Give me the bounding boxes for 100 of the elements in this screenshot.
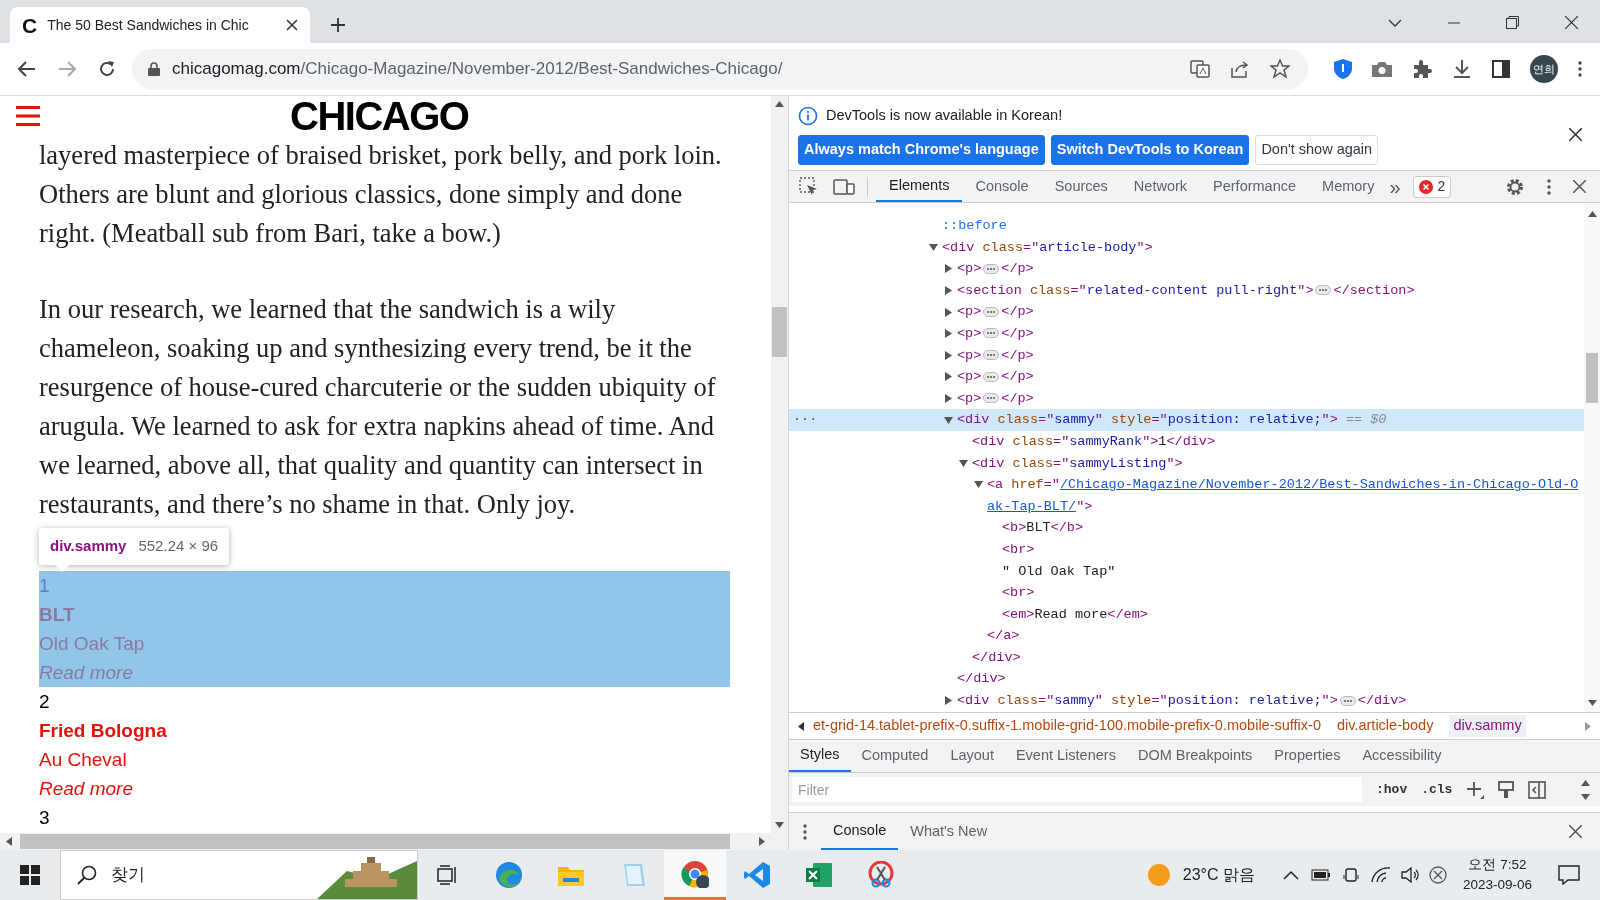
styles-pane-tab[interactable]: Layout bbox=[939, 740, 1005, 772]
dom-tree-row[interactable]: <div class="article-body"> bbox=[789, 236, 1584, 259]
restore-icon[interactable] bbox=[1506, 16, 1519, 29]
clock-time[interactable]: 오전 7:52 bbox=[1468, 855, 1527, 875]
gutter-dots[interactable]: ··· bbox=[793, 409, 818, 431]
filter-toggle-button[interactable]: :hov bbox=[1376, 779, 1408, 800]
ellipsis-icon[interactable] bbox=[1315, 285, 1332, 296]
devtools-tab[interactable]: Memory bbox=[1309, 171, 1388, 202]
sandwich-entry[interactable]: 2 Fried Bologna Au Cheval Read more bbox=[39, 686, 730, 803]
scrollbar-thumb[interactable] bbox=[772, 307, 787, 357]
dom-tree-row[interactable]: " Old Oak Tap" bbox=[789, 560, 1584, 583]
ellipsis-icon[interactable] bbox=[1339, 695, 1356, 706]
download-icon[interactable] bbox=[1452, 59, 1472, 79]
styles-pane-tab[interactable]: Properties bbox=[1263, 740, 1352, 772]
dom-tree-row[interactable]: ::before bbox=[789, 215, 1584, 237]
ellipsis-icon[interactable] bbox=[983, 393, 1000, 404]
error-count-button[interactable]: 2 bbox=[1412, 175, 1452, 198]
devtools-tab[interactable]: Performance bbox=[1200, 171, 1310, 202]
chevron-up-icon[interactable] bbox=[1282, 870, 1299, 880]
scroll-arrows-icon[interactable] bbox=[1581, 779, 1590, 800]
ellipsis-icon[interactable] bbox=[983, 350, 1000, 360]
breadcrumb[interactable]: div.article-body bbox=[1337, 715, 1434, 737]
share-icon[interactable] bbox=[1230, 60, 1250, 78]
back-arrow-icon[interactable] bbox=[18, 61, 36, 77]
breadcrumb[interactable]: et-grid-14.tablet-prefix-0.suffix-1.mobile-grid-100.mobile-prefix-0.mobile-suffix-0 bbox=[813, 715, 1321, 737]
battery-icon[interactable] bbox=[1310, 869, 1331, 881]
close-icon[interactable] bbox=[1569, 825, 1582, 838]
infobar-button[interactable]: Don't show again bbox=[1255, 134, 1379, 165]
minimize-icon[interactable] bbox=[1448, 21, 1460, 24]
ellipsis-icon[interactable] bbox=[983, 328, 1000, 339]
filter-field[interactable]: Filter bbox=[792, 777, 1362, 802]
dom-tree-row[interactable]: <p> </p> bbox=[789, 322, 1584, 345]
settings-icon[interactable] bbox=[1505, 176, 1525, 197]
devtools-tab[interactable]: Sources bbox=[1041, 171, 1121, 202]
scroll-left-icon[interactable] bbox=[798, 721, 804, 731]
collapsed-triangle-icon[interactable] bbox=[944, 372, 953, 382]
breadcrumb[interactable]: div.sammy bbox=[1449, 715, 1526, 737]
side-panel-icon[interactable] bbox=[1492, 60, 1510, 78]
close-icon[interactable] bbox=[1565, 16, 1578, 29]
inspect-icon[interactable] bbox=[799, 176, 819, 197]
blocked-circle-icon[interactable] bbox=[1428, 866, 1447, 884]
star-icon[interactable] bbox=[1270, 59, 1290, 79]
sidebar-toggle-icon[interactable] bbox=[1528, 780, 1547, 799]
collapsed-triangle-icon[interactable] bbox=[944, 696, 953, 706]
styles-pane-tab[interactable]: Event Listeners bbox=[1004, 740, 1127, 772]
collapsed-triangle-icon[interactable] bbox=[944, 394, 953, 404]
ellipsis-icon[interactable] bbox=[983, 371, 1000, 382]
expanded-triangle-icon[interactable] bbox=[974, 480, 983, 490]
collapsed-triangle-icon[interactable] bbox=[944, 350, 953, 360]
vertical-scrollbar[interactable] bbox=[771, 96, 788, 833]
wifi-icon[interactable] bbox=[1370, 867, 1391, 883]
filter-toggle-button[interactable]: .cls bbox=[1421, 779, 1453, 800]
chevron-down-icon[interactable] bbox=[1388, 18, 1402, 27]
add-rule-icon[interactable] bbox=[1466, 780, 1485, 799]
dom-tree-row[interactable]: <p> </p> bbox=[789, 258, 1584, 280]
puzzle-icon[interactable] bbox=[1412, 59, 1432, 79]
dom-tree-row[interactable]: <p> </p> bbox=[789, 344, 1584, 367]
read-more-link[interactable]: Read more bbox=[39, 773, 730, 803]
profile-avatar[interactable]: 연희 bbox=[1530, 55, 1558, 83]
close-icon[interactable] bbox=[1573, 180, 1586, 193]
dom-tree-row[interactable]: ··· <div class="sammy" style="position: relative;"> == $0 bbox=[789, 409, 1584, 431]
styles-pane-tab[interactable]: DOM Breakpoints bbox=[1126, 740, 1264, 772]
dom-tree-row[interactable]: <br> bbox=[789, 538, 1584, 561]
vertical-scrollbar[interactable] bbox=[1584, 203, 1600, 712]
dom-tree-row[interactable]: </div> bbox=[789, 668, 1584, 691]
collapsed-triangle-icon[interactable] bbox=[944, 329, 953, 339]
collapsed-triangle-icon[interactable] bbox=[944, 307, 953, 317]
translate-icon[interactable] bbox=[1190, 60, 1210, 78]
ellipsis-icon[interactable] bbox=[983, 263, 1000, 274]
notification-icon[interactable] bbox=[1558, 865, 1580, 885]
clock-date[interactable]: 2023-09-06 bbox=[1462, 875, 1532, 895]
ellipsis-icon[interactable] bbox=[983, 306, 1000, 317]
windows-logo-icon[interactable] bbox=[20, 865, 40, 885]
styles-pane-tab[interactable]: Computed bbox=[850, 740, 940, 772]
more-tabs-button[interactable]: » bbox=[1389, 171, 1401, 202]
taskbar-app-button[interactable] bbox=[664, 850, 726, 900]
dom-tree-row[interactable]: <p> </p> bbox=[789, 387, 1584, 410]
close-icon[interactable] bbox=[286, 19, 298, 31]
dom-tree-row[interactable]: <section class="related-content pull-right"> </section> bbox=[789, 279, 1584, 302]
dom-tree-row[interactable]: <em>Read more</em> bbox=[789, 603, 1584, 626]
styles-pane-tab[interactable]: Accessibility bbox=[1351, 740, 1453, 772]
infobar-button[interactable]: Always match Chrome's language bbox=[798, 134, 1045, 165]
drawer-tab[interactable]: What's New bbox=[898, 813, 1000, 850]
new-tab-icon[interactable] bbox=[330, 17, 346, 33]
scroll-right-icon[interactable] bbox=[1585, 721, 1591, 731]
devtools-tab[interactable]: Console bbox=[962, 171, 1042, 202]
task-view-icon[interactable] bbox=[437, 865, 459, 885]
expanded-triangle-icon[interactable] bbox=[944, 415, 953, 425]
camera-icon[interactable] bbox=[1372, 61, 1392, 77]
collapsed-triangle-icon[interactable] bbox=[944, 286, 953, 296]
device-toolbar-icon[interactable] bbox=[833, 177, 855, 196]
more-vertical-icon[interactable] bbox=[1578, 61, 1582, 77]
expanded-triangle-icon[interactable] bbox=[929, 242, 938, 252]
device-icon[interactable] bbox=[1342, 867, 1359, 883]
shield-icon[interactable] bbox=[1334, 59, 1352, 79]
infobar-button[interactable]: Switch DevTools to Korean bbox=[1050, 134, 1250, 165]
collapsed-triangle-icon[interactable] bbox=[944, 264, 953, 274]
dom-tree-row[interactable]: <div class="sammyListing"> bbox=[789, 452, 1584, 475]
dom-tree-row[interactable]: <div class="sammy" style="position: relative;"> </div> bbox=[789, 690, 1584, 712]
taskbar-search[interactable]: 찾기 bbox=[60, 850, 418, 900]
